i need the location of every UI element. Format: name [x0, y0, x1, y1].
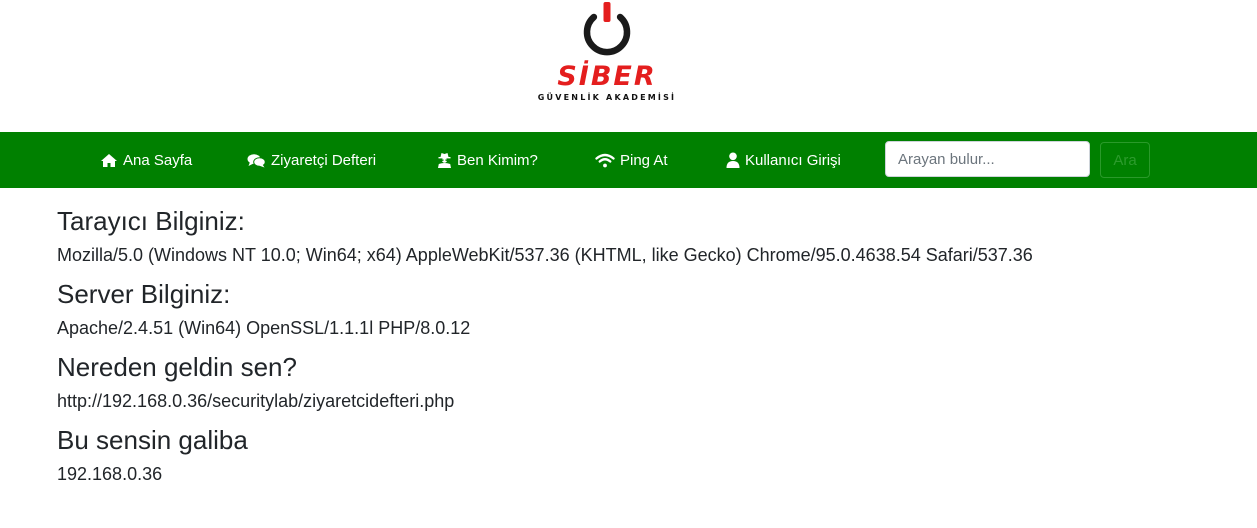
- search-button[interactable]: Ara: [1100, 142, 1150, 178]
- comments-icon: [247, 153, 266, 167]
- home-icon: [101, 153, 117, 167]
- logo-tagline: GÜVENLİK AKADEMİSİ: [537, 93, 677, 102]
- nav-item-label: Ben Kimim?: [457, 151, 538, 169]
- info-section: Tarayıcı Bilginiz: Mozilla/5.0 (Windows …: [57, 203, 1237, 495]
- nav-item-label: Kullanıcı Girişi: [745, 151, 841, 169]
- logo-brand-text: SİBER: [557, 61, 657, 92]
- nav-item-guestbook[interactable]: Ziyaretçi Defteri: [247, 132, 376, 188]
- server-info-heading: Server Bilginiz:: [57, 279, 231, 309]
- site-logo[interactable]: SİBER GÜVENLİK AKADEMİSİ: [536, 0, 678, 110]
- referer-heading: Nereden geldin sen?: [57, 352, 297, 382]
- browser-info-value: Mozilla/5.0 (Windows NT 10.0; Win64; x64…: [57, 245, 1033, 265]
- nav-item-label: Ziyaretçi Defteri: [271, 151, 377, 169]
- nav-item-whoami[interactable]: Ben Kimim?: [437, 132, 538, 188]
- nav-item-login[interactable]: Kullanıcı Girişi: [726, 132, 841, 188]
- nav-item-label: Ana Sayfa: [123, 151, 193, 169]
- nav-item-ping[interactable]: Ping At: [595, 132, 668, 188]
- user-secret-icon: [438, 153, 451, 168]
- wifi-icon: [595, 153, 615, 167]
- nav-item-home[interactable]: Ana Sayfa: [100, 132, 192, 188]
- server-info-value: Apache/2.4.51 (Win64) OpenSSL/1.1.1l PHP…: [57, 318, 471, 338]
- ip-value: 192.168.0.36: [57, 464, 163, 484]
- nav-item-label: Ping At: [620, 151, 668, 169]
- power-icon: [583, 2, 631, 56]
- ip-heading: Bu sensin galiba: [57, 425, 248, 455]
- user-icon: [726, 152, 740, 168]
- search-input[interactable]: [885, 141, 1090, 177]
- site-header: SİBER GÜVENLİK AKADEMİSİ: [0, 0, 1257, 132]
- referer-value: http://192.168.0.36/securitylab/ziyaretc…: [57, 391, 455, 411]
- browser-info-heading: Tarayıcı Bilginiz:: [57, 206, 245, 236]
